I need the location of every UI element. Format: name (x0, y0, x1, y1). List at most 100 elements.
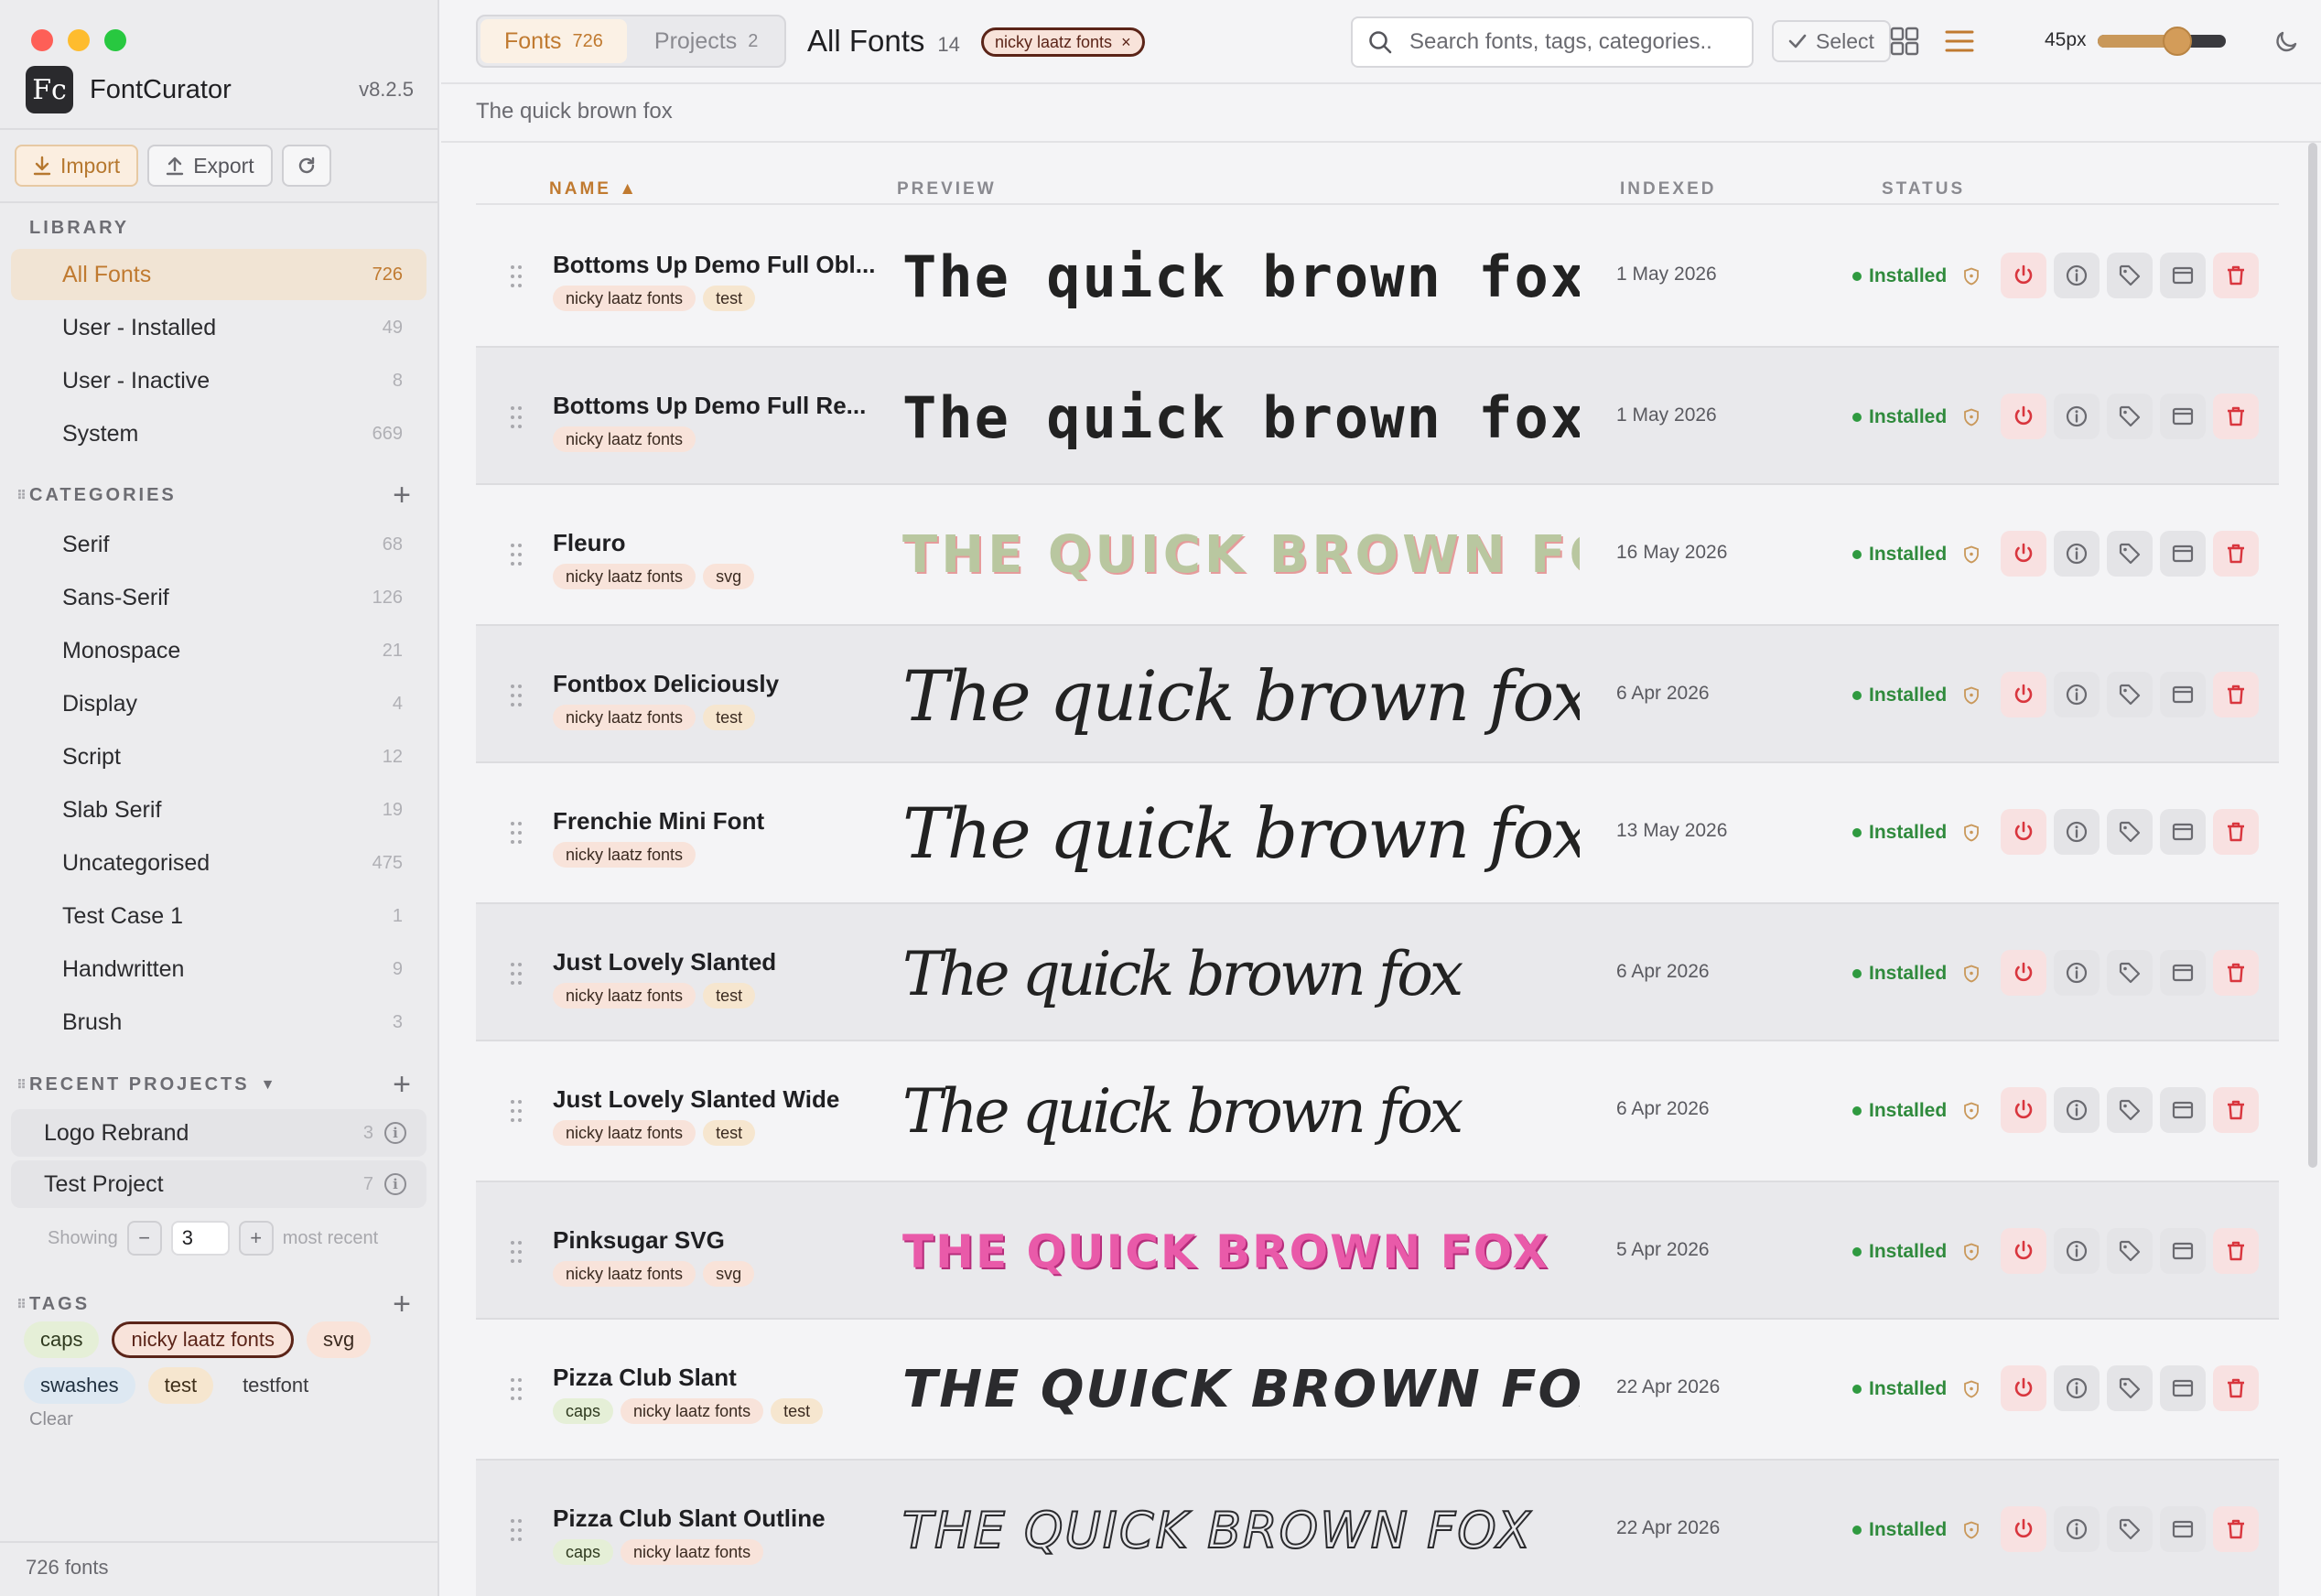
font-preview[interactable]: The quick brown fox (902, 1041, 1580, 1181)
font-name[interactable]: Pizza Club Slant Outline (553, 1504, 826, 1533)
font-preview[interactable]: The quick brown fox (902, 626, 1580, 765)
project-item-logo-rebrand[interactable]: Logo Rebrand 3 i (11, 1109, 426, 1157)
sidebar-item-monospace[interactable]: Monospace 21 (11, 625, 426, 676)
font-tag[interactable]: nicky laatz fonts (553, 842, 696, 868)
drag-handle-icon[interactable]: ⠿ (16, 1077, 27, 1093)
font-name[interactable]: Fontbox Deliciously (553, 670, 779, 698)
table-row[interactable]: Fontbox Deliciously nicky laatz fonts tes… (476, 624, 2279, 763)
deactivate-button[interactable] (2001, 253, 2046, 298)
tag-button[interactable] (2107, 809, 2153, 855)
tab-fonts[interactable]: Fonts 726 (480, 19, 627, 63)
table-row[interactable]: Pizza Club Slant caps nicky laatz fonts te… (476, 1320, 2279, 1459)
info-button[interactable] (2054, 531, 2100, 577)
delete-button[interactable] (2213, 950, 2259, 996)
delete-button[interactable] (2213, 531, 2259, 577)
font-tag[interactable]: test (703, 983, 756, 1008)
tag-button[interactable] (2107, 950, 2153, 996)
add-tag-icon[interactable]: + (393, 1287, 414, 1322)
close-icon[interactable]: × (1121, 33, 1131, 52)
zoom-window-button[interactable] (104, 29, 126, 51)
font-preview[interactable]: THE QUICK BROWN FOX (902, 1320, 1580, 1459)
deactivate-button[interactable] (2001, 1087, 2046, 1133)
preview-window-button[interactable] (2160, 531, 2206, 577)
drag-handle-icon[interactable] (509, 542, 524, 567)
preview-window-button[interactable] (2160, 1365, 2206, 1411)
chevron-down-icon[interactable]: ▼ (261, 1077, 278, 1094)
delete-button[interactable] (2213, 253, 2259, 298)
font-tag[interactable]: svg (703, 564, 755, 589)
font-tag[interactable]: nicky laatz fonts (553, 426, 696, 452)
tab-projects[interactable]: Projects 2 (631, 19, 782, 63)
sidebar-item-sans-serif[interactable]: Sans-Serif 126 (11, 572, 426, 623)
dark-mode-icon[interactable] (2272, 27, 2301, 57)
grid-view-icon[interactable] (1889, 26, 1920, 57)
tag-test[interactable]: test (147, 1367, 214, 1404)
sidebar-item-script[interactable]: Script 12 (11, 731, 426, 782)
info-button[interactable] (2054, 950, 2100, 996)
preview-window-button[interactable] (2160, 809, 2206, 855)
drag-handle-icon[interactable] (509, 961, 524, 987)
font-tag[interactable]: nicky laatz fonts (553, 1261, 696, 1287)
font-tag[interactable]: nicky laatz fonts (553, 286, 696, 311)
font-tag[interactable]: test (771, 1398, 824, 1424)
table-row[interactable]: Just Lovely Slanted Wide nicky laatz fon… (476, 1041, 2279, 1181)
tag-button[interactable] (2107, 672, 2153, 717)
font-name[interactable]: Fleuro (553, 529, 625, 557)
tag-button[interactable] (2107, 1365, 2153, 1411)
deactivate-button[interactable] (2001, 1506, 2046, 1552)
font-preview[interactable]: The quick brown fox (902, 763, 1580, 902)
table-row[interactable]: Bottoms Up Demo Full Obl... nicky laatz … (476, 207, 2279, 346)
font-preview[interactable]: The quick brown fox (902, 348, 1580, 487)
decrement-button[interactable]: − (126, 1221, 162, 1256)
font-name[interactable]: Pinksugar SVG (553, 1226, 725, 1255)
font-preview[interactable]: THE QUICK BROWN FOX (902, 1182, 1580, 1321)
column-header-name[interactable]: NAME ▲ (549, 179, 639, 200)
add-project-icon[interactable]: + (393, 1067, 414, 1103)
font-tag[interactable]: caps (553, 1398, 614, 1424)
tag-nicky-laatz-fonts[interactable]: nicky laatz fonts (112, 1321, 294, 1358)
table-row[interactable]: Fleuro nicky laatz fonts svg THE QUICK BR… (476, 485, 2279, 624)
tag-swashes[interactable]: swashes (24, 1367, 135, 1404)
sidebar-item-user-inactive[interactable]: User - Inactive 8 (11, 355, 426, 406)
font-tag[interactable]: nicky laatz fonts (553, 983, 696, 1008)
sidebar-item-user-installed[interactable]: User - Installed 49 (11, 302, 426, 353)
delete-button[interactable] (2213, 1228, 2259, 1274)
slider-knob[interactable] (2162, 27, 2192, 56)
font-tag[interactable]: nicky laatz fonts (553, 564, 696, 589)
info-button[interactable] (2054, 1228, 2100, 1274)
font-tag[interactable]: test (703, 286, 756, 311)
sidebar-item-slab-serif[interactable]: Slab Serif 19 (11, 784, 426, 836)
add-category-icon[interactable]: + (393, 478, 414, 513)
drag-handle-icon[interactable] (509, 1376, 524, 1402)
project-item-test-project[interactable]: Test Project 7 i (11, 1160, 426, 1208)
preview-text-display[interactable]: The quick brown fox (476, 99, 673, 124)
sidebar-item-test-case-1[interactable]: Test Case 11 (11, 890, 426, 942)
font-tag[interactable]: nicky laatz fonts (553, 1120, 696, 1146)
drag-handle-icon[interactable] (509, 1239, 524, 1265)
sidebar-item-brush[interactable]: Brush 3 (11, 997, 426, 1048)
deactivate-button[interactable] (2001, 394, 2046, 439)
font-name[interactable]: Pizza Club Slant (553, 1364, 737, 1392)
info-button[interactable] (2054, 1506, 2100, 1552)
font-tag[interactable]: nicky laatz fonts (553, 705, 696, 730)
preview-window-button[interactable] (2160, 1228, 2206, 1274)
sidebar-item-system[interactable]: System 669 (11, 408, 426, 459)
sidebar-item-all-fonts[interactable]: All Fonts 726 (11, 249, 426, 300)
table-row[interactable]: Bottoms Up Demo Full Re... nicky laatz f… (476, 346, 2279, 485)
table-row[interactable]: Pinksugar SVG nicky laatz fonts svg THE Q… (476, 1181, 2279, 1320)
tag-button[interactable] (2107, 394, 2153, 439)
deactivate-button[interactable] (2001, 1365, 2046, 1411)
font-preview[interactable]: The quick brown fox (902, 207, 1580, 346)
tag-testfont[interactable]: testfont (226, 1367, 326, 1404)
font-preview[interactable]: THE QUICK BROWN FOX (902, 1461, 1580, 1596)
increment-button[interactable]: + (238, 1221, 274, 1256)
font-name[interactable]: Bottoms Up Demo Full Re... (553, 392, 866, 420)
select-button[interactable]: Select (1772, 20, 1891, 62)
list-view-icon[interactable] (1944, 26, 1975, 57)
info-button[interactable] (2054, 809, 2100, 855)
deactivate-button[interactable] (2001, 1228, 2046, 1274)
export-button[interactable]: Export (147, 145, 273, 187)
tag-button[interactable] (2107, 1087, 2153, 1133)
tag-button[interactable] (2107, 531, 2153, 577)
deactivate-button[interactable] (2001, 809, 2046, 855)
